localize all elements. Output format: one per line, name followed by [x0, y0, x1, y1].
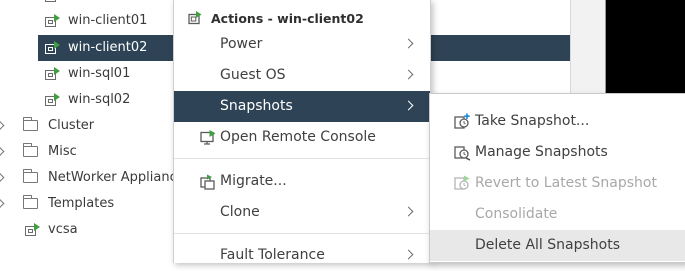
tree-item-label: win-client02 — [68, 40, 148, 55]
tree-item-label: win-sql01 — [68, 66, 131, 81]
submenu-item-label: Revert to Latest Snapshot — [475, 175, 657, 191]
vm-icon — [44, 93, 60, 107]
menu-item-label: Open Remote Console — [220, 129, 376, 145]
manage-snapshots-icon — [454, 144, 471, 161]
submenu-item-delete-all-snapshots[interactable]: Delete All Snapshots — [430, 230, 685, 261]
tree-item-label: win-sql02 — [68, 92, 131, 107]
vm-icon — [44, 0, 58, 3]
folder-icon — [22, 195, 38, 209]
revert-snapshot-icon — [454, 175, 471, 192]
submenu-item-manage-snapshots[interactable]: Manage Snapshots — [430, 137, 685, 168]
chevron-right-icon[interactable] — [0, 172, 5, 183]
vm-icon — [44, 67, 60, 81]
menu-separator — [174, 158, 430, 159]
chevron-right-icon — [403, 69, 414, 80]
tree-item-networker-appliance[interactable]: NetWorker Applianc — [0, 165, 173, 191]
menu-item-migrate[interactable]: Migrate... — [174, 166, 430, 197]
menu-separator — [174, 233, 430, 234]
menu-item-guest-os[interactable]: Guest OS — [174, 60, 430, 91]
tree-item-label: win-client01 — [68, 13, 148, 28]
submenu-item-label: Manage Snapshots — [475, 144, 608, 160]
menu-item-label: Fault Tolerance — [220, 247, 325, 263]
menu-item-power[interactable]: Power — [174, 29, 430, 60]
menu-item-label: Guest OS — [220, 67, 286, 83]
tree-item-win-sql02[interactable]: win-sql02 — [0, 87, 170, 113]
submenu-item-revert-to-latest-snapshot[interactable]: Revert to Latest Snapshot — [430, 168, 685, 199]
tree-item-vcsa[interactable]: vcsa — [0, 217, 170, 243]
tree-item-label: Templates — [48, 196, 115, 211]
menu-item-label: Clone — [220, 204, 260, 220]
submenu-item-consolidate[interactable]: Consolidate — [430, 199, 685, 230]
submenu-item-label: Delete All Snapshots — [475, 237, 620, 253]
tree-item-cluster[interactable]: Cluster — [0, 113, 170, 139]
folder-icon — [22, 143, 38, 157]
chevron-right-icon[interactable] — [0, 146, 5, 157]
chevron-right-icon[interactable] — [0, 198, 5, 209]
migrate-icon — [200, 174, 216, 190]
take-snapshot-icon — [454, 113, 471, 130]
tree-item-label: vcsa — [48, 222, 78, 237]
menu-title: Actions - win-client02 — [211, 11, 364, 26]
remote-console-icon — [200, 130, 216, 146]
chevron-right-icon — [403, 100, 414, 111]
chevron-right-icon[interactable] — [0, 120, 5, 131]
vm-icon — [188, 11, 202, 25]
menu-item-snapshots[interactable]: Snapshots — [174, 91, 430, 122]
menu-item-fault-tolerance[interactable]: Fault Tolerance — [174, 240, 430, 271]
folder-icon — [22, 117, 38, 131]
submenu-item-label: Consolidate — [475, 206, 558, 222]
menu-item-label: Power — [220, 36, 263, 52]
submenu-item-label: Take Snapshot... — [475, 113, 590, 129]
tree-item-templates[interactable]: Templates — [0, 191, 170, 217]
snapshots-submenu: Take Snapshot... Manage Snapshots Revert… — [429, 93, 685, 263]
folder-icon — [22, 169, 38, 183]
menu-item-open-remote-console[interactable]: Open Remote Console — [174, 122, 430, 153]
menu-item-label: Snapshots — [220, 98, 293, 114]
submenu-item-take-snapshot[interactable]: Take Snapshot... — [430, 106, 685, 137]
tree-item-misc[interactable]: Misc — [0, 139, 170, 165]
tree-item-label: NetWorker Applianc — [48, 170, 173, 185]
chevron-right-icon — [403, 38, 414, 49]
chevron-right-icon — [403, 206, 414, 217]
menu-item-label: Migrate... — [220, 173, 287, 189]
tree-item-win-sql01[interactable]: win-sql01 — [0, 61, 170, 87]
vm-icon — [44, 41, 60, 55]
menu-item-clone[interactable]: Clone — [174, 197, 430, 228]
actions-context-menu: Actions - win-client02 Power Guest OS Sn… — [173, 0, 431, 263]
chevron-right-icon — [403, 249, 414, 260]
tree-item-label: Cluster — [48, 118, 95, 133]
vm-icon — [44, 14, 60, 28]
vm-icon — [24, 223, 40, 237]
tree-item-win-client01[interactable]: win-client01 — [0, 8, 170, 34]
tree-item-label: Misc — [48, 144, 77, 159]
